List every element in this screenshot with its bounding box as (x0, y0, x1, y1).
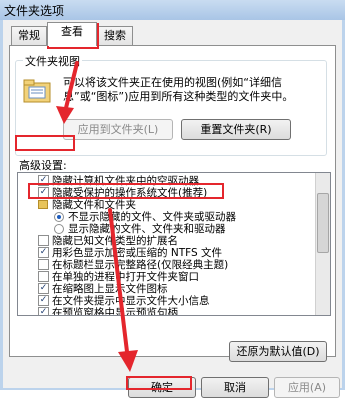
hide-extensions-checkbox[interactable] (38, 235, 49, 246)
dialog-client: 常规 查看 搜索 文件夹视图 可以将该文件夹正在使用的视图(例如“详细信息”或“… (3, 20, 342, 398)
folder-views-icon (23, 79, 51, 103)
tab-general[interactable]: 常规 (11, 26, 47, 45)
checkbox[interactable]: ✓ (38, 295, 49, 306)
folder-views-group (15, 60, 327, 156)
tab-view[interactable]: 查看 (47, 22, 97, 46)
radio-button[interactable] (54, 224, 64, 234)
advanced-settings-list[interactable]: ✓ 隐藏计算机文件夹中的空驱动器 ✓ 隐藏受保护的操作系统文件(推荐) 隐藏文件… (17, 172, 331, 316)
checkbox[interactable]: ✓ (38, 283, 49, 294)
checkbox[interactable] (38, 259, 49, 270)
window-title: 文件夹选项 (4, 4, 65, 18)
folder-views-description: 可以将该文件夹正在使用的视图(例如“详细信息”或“图标”)应用到所有这种类型的文… (63, 76, 294, 103)
checkbox[interactable]: ✓ (38, 247, 49, 258)
checkbox[interactable]: ✓ (38, 175, 49, 186)
cancel-button[interactable]: 取消 (201, 377, 269, 398)
advanced-settings-label: 高级设置: (19, 159, 67, 172)
checkbox[interactable] (38, 271, 49, 282)
folder-views-label: 文件夹视图 (23, 53, 82, 69)
apply-button[interactable]: 应用(A) (274, 377, 340, 398)
folder-options-window: 文件夹选项 常规 查看 搜索 文件夹视图 可以将该文件夹正在使用的视图(例如“详… (0, 0, 345, 398)
vertical-scrollbar[interactable] (315, 173, 330, 315)
folder-icon (38, 200, 48, 209)
ok-button[interactable]: 确定 (128, 377, 196, 398)
checkbox[interactable]: ✓ (38, 307, 49, 315)
scrollbar-thumb[interactable] (317, 193, 329, 253)
reset-folders-button[interactable]: 重置文件夹(R) (181, 119, 291, 140)
title-bar: 文件夹选项 (0, 0, 345, 20)
radio-button[interactable] (54, 212, 64, 222)
restore-defaults-button[interactable]: 还原为默认值(D) (229, 341, 327, 362)
tab-search[interactable]: 搜索 (97, 26, 133, 45)
checkbox[interactable]: ✓ (38, 187, 49, 198)
apply-to-folders-button[interactable]: 应用到文件夹(L) (63, 119, 173, 140)
